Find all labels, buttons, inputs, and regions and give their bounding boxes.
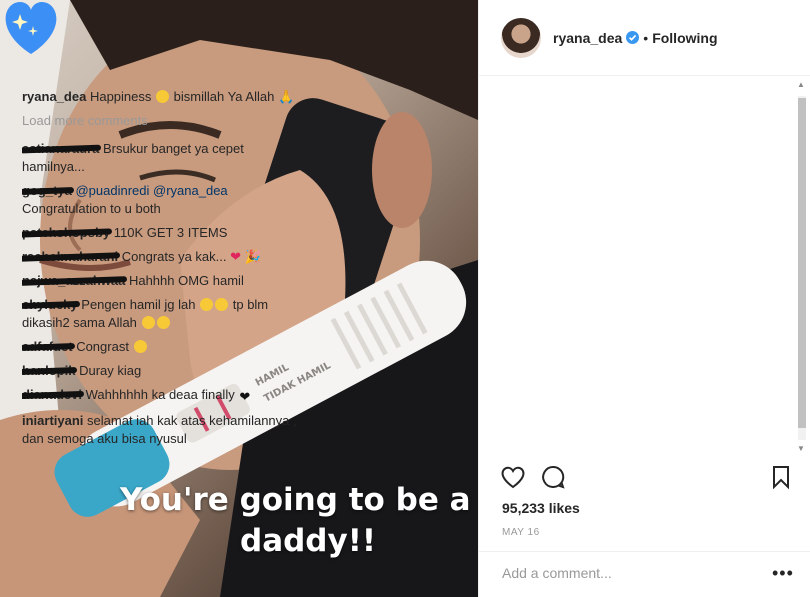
surprised-emoji-icon (200, 298, 214, 311)
heart-emoji-icon: ❤ (230, 249, 242, 264)
instagram-post-view: HAMIL TIDAK HAMIL You're going to be a d… (0, 0, 810, 597)
caption-text2: bismillah Ya Allah (173, 89, 275, 104)
comment-text: Congrast (76, 339, 129, 354)
caption-comment: ryana_dea Happiness bismillah Ya Allah 🙏 (22, 88, 306, 106)
post-actions (500, 464, 800, 494)
comment-text: Hahhhh OMG hamil (128, 273, 244, 288)
following-button[interactable]: Following (652, 30, 717, 46)
like-heart-icon[interactable] (500, 464, 526, 490)
comment-text: Congratulation to u both (22, 201, 161, 216)
header-username[interactable]: ryana_dea (553, 30, 622, 46)
comment-text: Wahhhhhh ka deaa finally (85, 387, 235, 402)
comment-username[interactable]: hanlopik (22, 362, 75, 380)
comment-username[interactable]: najwa_azzahwaa (22, 272, 125, 290)
scroll-up-icon[interactable]: ▲ (797, 80, 805, 89)
scroll-down-icon[interactable]: ▼ (797, 444, 805, 453)
post-date[interactable]: MAY 16 (502, 527, 540, 538)
avatar[interactable] (501, 17, 541, 58)
comment-text: Duray kiag (79, 363, 142, 378)
comment-username[interactable]: dianadevi (22, 386, 82, 404)
black-heart-emoji-icon: ❤ (239, 389, 251, 404)
party-popper-emoji-icon: 🎉 (244, 249, 261, 264)
heart-eyes-emoji-icon (156, 90, 170, 103)
caption-text: Happiness (89, 89, 152, 104)
sad-emoji-icon (141, 316, 155, 329)
add-comment-input[interactable]: Add a comment... (502, 565, 612, 581)
comment-text: Congrats ya kak... (121, 249, 227, 264)
comments-scrollbar[interactable]: ▲ ▼ (795, 78, 809, 458)
praying-emoji-icon: 🙏 (277, 89, 295, 104)
verified-badge-icon (626, 31, 640, 44)
save-bookmark-icon[interactable] (768, 464, 794, 490)
comments-list[interactable]: ryana_dea Happiness bismillah Ya Allah 🙏… (22, 88, 306, 454)
load-more-comments-link[interactable]: Load more comments (22, 112, 306, 130)
list-item: chylucky Pengen hamil jg lah tp blm dika… (22, 296, 306, 332)
comment-text: 110K GET 3 ITEMS (113, 225, 228, 240)
comment-username[interactable]: patchshopsby (22, 224, 110, 242)
comment-username[interactable]: adfafuct (22, 338, 73, 356)
likes-count[interactable]: 95,233 likes (502, 500, 580, 516)
list-item: gog_tya @puadinredi @ryana_dea Congratul… (22, 182, 306, 218)
heart-eyes-emoji-icon (133, 340, 147, 353)
comment-username[interactable]: astianaraura (22, 140, 99, 158)
comment-username[interactable]: chylucky (22, 296, 78, 314)
photo-caption-line2: daddy!! (240, 523, 376, 559)
list-item: adfafuct Congrast (22, 338, 306, 356)
comment-icon[interactable] (540, 464, 566, 490)
comment-username[interactable]: iniartiyani (22, 413, 83, 428)
scrollbar-thumb[interactable] (798, 98, 806, 428)
blue-heart-sparkle-icon (5, 2, 57, 54)
caption-username[interactable]: ryana_dea (22, 89, 86, 104)
comment-text: Pengen hamil jg lah (81, 297, 196, 312)
list-item: iniartiyani selamat iah kak atas kehamil… (22, 412, 306, 448)
post-header: ryana_dea • Following (479, 0, 810, 76)
comment-username[interactable]: gog_tya (22, 182, 72, 200)
sad-emoji-icon (156, 316, 170, 329)
mention-link[interactable]: @puadinredi (75, 183, 149, 198)
comment-username[interactable]: rachelmaharani (22, 248, 118, 266)
divider (478, 551, 810, 552)
list-item: rachelmaharani Congrats ya kak... ❤ 🎉 (22, 248, 306, 266)
list-item: dianadevi Wahhhhhh ka deaa finally ❤ (22, 386, 306, 406)
list-item: hanlopik Duray kiag (22, 362, 306, 380)
list-item: patchshopsby 110K GET 3 ITEMS (22, 224, 306, 242)
surprised-emoji-icon (215, 298, 229, 311)
list-item: astianaraura Brsukur banget ya cepet ham… (22, 140, 306, 176)
mention-link[interactable]: @ryana_dea (153, 183, 228, 198)
list-item: najwa_azzahwaa Hahhhh OMG hamil (22, 272, 306, 290)
more-options-icon[interactable]: ••• (772, 563, 794, 584)
header-separator: • (643, 29, 649, 46)
photo-caption-line1: You're going to be a (120, 482, 471, 518)
